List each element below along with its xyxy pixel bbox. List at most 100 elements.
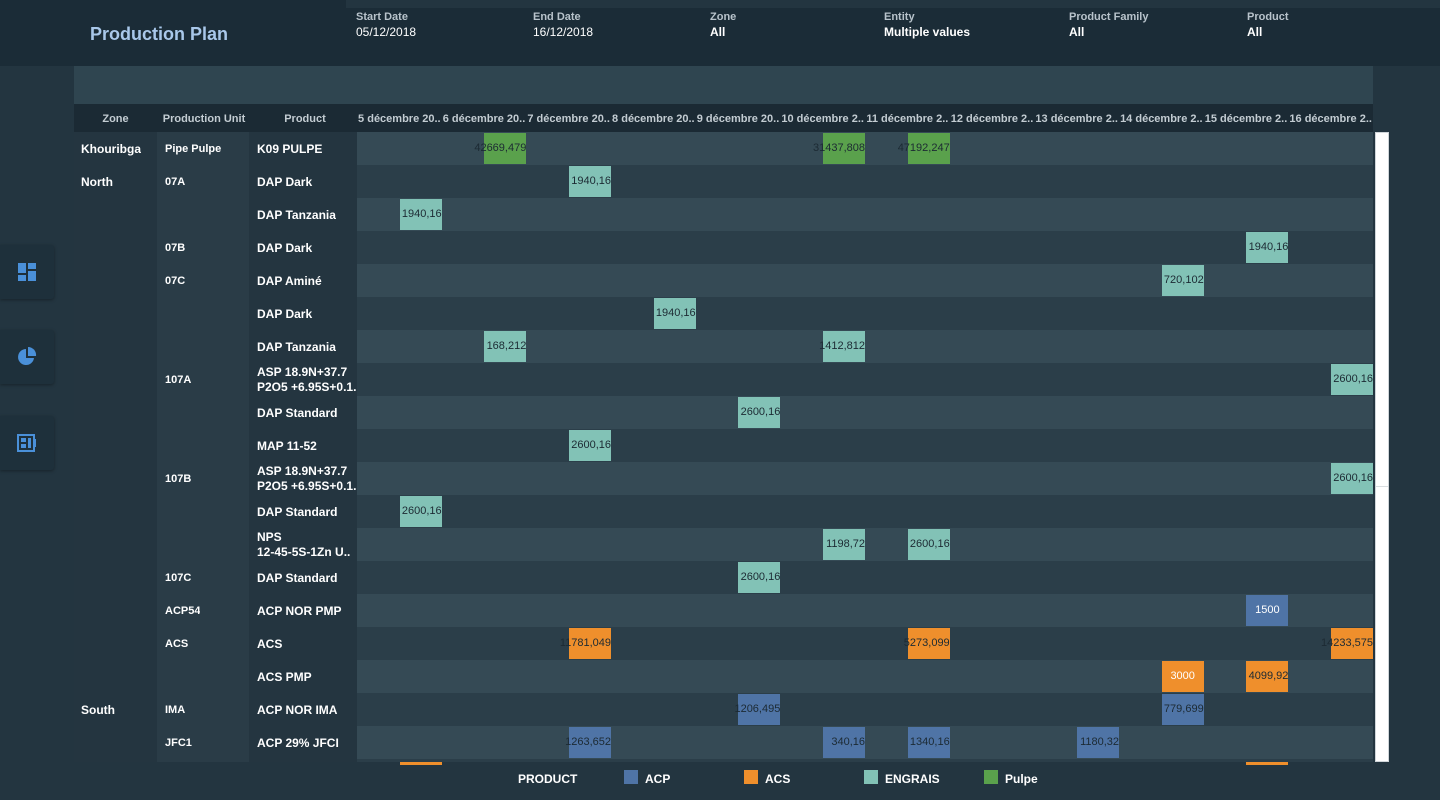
plan-bar[interactable]: 4099,92 bbox=[1246, 661, 1289, 692]
filter-value[interactable]: All bbox=[1069, 25, 1148, 39]
sidebar-charts-button[interactable] bbox=[0, 330, 54, 384]
filter-value[interactable]: All bbox=[1247, 25, 1289, 39]
header-date[interactable]: 8 décembre 20.. bbox=[611, 104, 696, 132]
header-date[interactable]: 6 décembre 20.. bbox=[442, 104, 527, 132]
plan-bar[interactable]: 1940,16 bbox=[569, 166, 611, 197]
plan-bar[interactable]: 1340,16 bbox=[907, 727, 950, 758]
plan-bar[interactable]: 1940,16 bbox=[1246, 232, 1289, 263]
filter-end-date[interactable]: End Date 16/12/2018 bbox=[533, 11, 593, 39]
legend-swatch-engrais bbox=[864, 770, 878, 784]
product-cell: ASP 18.9N+37.7 P2O5 +6.95S+0.1.. bbox=[257, 464, 357, 494]
plan-bar-value: 720,102 bbox=[1163, 274, 1204, 286]
product-line: DAP Standard bbox=[257, 571, 338, 585]
plan-bar[interactable]: 2600,16 bbox=[1331, 463, 1374, 494]
plan-bar-value: 779,699 bbox=[1163, 703, 1204, 715]
zone-cell: Khouribga bbox=[81, 142, 141, 156]
plan-bar[interactable]: 42669,479 bbox=[474, 133, 527, 164]
header-date[interactable]: 5 décembre 20.. bbox=[357, 104, 442, 132]
plan-bar[interactable]: 2600,16 bbox=[738, 562, 781, 593]
plan-bar-value: 2600,16 bbox=[909, 538, 950, 550]
legend-label-acp[interactable]: ACP bbox=[645, 772, 670, 786]
plan-bar[interactable]: 168,212 bbox=[484, 331, 527, 362]
plan-bar-value: 1940,16 bbox=[401, 208, 442, 220]
plan-bar[interactable]: 47192,247 bbox=[898, 133, 950, 164]
plan-bar[interactable]: 14233,575 bbox=[1321, 628, 1374, 659]
plan-bar[interactable]: 1180,32 bbox=[1077, 727, 1120, 758]
header-product[interactable]: Product bbox=[251, 104, 359, 132]
vertical-scrollbar[interactable] bbox=[1375, 132, 1389, 762]
table-row bbox=[357, 198, 1373, 231]
legend-label-engrais[interactable]: ENGRAIS bbox=[885, 772, 940, 786]
filter-value[interactable]: 16/12/2018 bbox=[533, 25, 593, 39]
product-cell: DAP Tanzania bbox=[257, 208, 357, 223]
plan-bar[interactable]: 5273,099 bbox=[904, 628, 950, 659]
plan-bar[interactable]: 3000 bbox=[1161, 661, 1204, 692]
product-cell: DAP Dark bbox=[257, 175, 357, 190]
plan-bar-value: 2600,16 bbox=[401, 505, 442, 517]
legend-label-acs[interactable]: ACS bbox=[765, 772, 790, 786]
filter-entity[interactable]: Entity Multiple values bbox=[884, 11, 970, 39]
filter-value[interactable]: 05/12/2018 bbox=[356, 25, 416, 39]
filter-zone[interactable]: Zone All bbox=[710, 11, 736, 39]
filter-value[interactable]: All bbox=[710, 25, 736, 39]
table-row bbox=[357, 627, 1373, 660]
header-date[interactable]: 10 décembre 2.. bbox=[780, 104, 865, 132]
product-cell: ACP NOR IMA bbox=[257, 703, 357, 718]
sidebar-report-button[interactable] bbox=[0, 416, 54, 470]
product-line: MAP 11-52 bbox=[257, 439, 317, 453]
plan-bar[interactable]: 340,16 bbox=[823, 727, 866, 758]
plan-bar[interactable]: 1412,812 bbox=[819, 331, 866, 362]
header-date[interactable]: 11 décembre 2.. bbox=[865, 104, 950, 132]
header-production-unit[interactable]: Production Unit bbox=[157, 104, 251, 132]
filter-start-date[interactable]: Start Date 05/12/2018 bbox=[356, 11, 416, 39]
filter-value[interactable]: Multiple values bbox=[884, 25, 970, 39]
product-line: DAP Dark bbox=[257, 241, 313, 255]
plan-bar[interactable]: 2600,16 bbox=[399, 496, 442, 527]
legend-title: PRODUCT bbox=[518, 772, 578, 786]
product-cell: ACP 29% JFCI bbox=[257, 736, 357, 751]
plan-bar[interactable]: 2600,16 bbox=[1331, 364, 1374, 395]
filter-product[interactable]: Product All bbox=[1247, 11, 1289, 39]
filter-label: Product bbox=[1247, 11, 1289, 23]
plan-bar-value: 2600,16 bbox=[1333, 373, 1374, 385]
header-zone[interactable]: Zone bbox=[74, 104, 157, 132]
header-date[interactable]: 12 décembre 2.. bbox=[950, 104, 1035, 132]
legend-swatch-acs bbox=[744, 770, 758, 784]
plan-bar[interactable]: 1940,16 bbox=[399, 199, 442, 230]
plan-bar-value: 1940,16 bbox=[1248, 241, 1289, 253]
plan-bar[interactable]: 11781,049 bbox=[560, 628, 611, 659]
header-date[interactable]: 13 décembre 2.. bbox=[1034, 104, 1119, 132]
header-date[interactable]: 7 décembre 20.. bbox=[526, 104, 611, 132]
plan-bar[interactable]: 2600,16 bbox=[738, 397, 781, 428]
filter-product-family[interactable]: Product Family All bbox=[1069, 11, 1148, 39]
plan-bar[interactable]: 1263,652 bbox=[565, 727, 611, 758]
table-row bbox=[357, 297, 1373, 330]
product-cell: DAP Standard bbox=[257, 505, 357, 520]
production-unit-cell: ACS bbox=[165, 638, 189, 650]
product-line: DAP Standard bbox=[257, 505, 338, 519]
sidebar-dashboard-button[interactable] bbox=[0, 245, 54, 299]
plan-bar[interactable]: 1500 bbox=[1246, 595, 1289, 626]
plan-bar[interactable]: 1198,72 bbox=[823, 529, 866, 560]
scrollbar-thumb[interactable] bbox=[1376, 486, 1388, 487]
plan-bar[interactable]: 2600,16 bbox=[907, 529, 950, 560]
plan-bar[interactable]: 2600,16 bbox=[569, 430, 611, 461]
legend-label-pulpe[interactable]: Pulpe bbox=[1005, 772, 1038, 786]
product-line: ASP 18.9N+37.7 bbox=[257, 464, 348, 478]
header-date[interactable]: 16 décembre 2.. bbox=[1288, 104, 1373, 132]
plan-bar[interactable]: 31437,808 bbox=[813, 133, 866, 164]
header-date[interactable]: 15 décembre 2.. bbox=[1204, 104, 1289, 132]
zone-column bbox=[74, 132, 157, 762]
product-cell: ASP 18.9N+37.7 P2O5 +6.95S+0.1.. bbox=[257, 365, 357, 395]
plan-bar[interactable]: 1206,495 bbox=[734, 694, 781, 725]
product-cell: DAP Dark bbox=[257, 307, 357, 322]
plan-bar-value: 47192,247 bbox=[897, 142, 950, 154]
header-date[interactable]: 9 décembre 20.. bbox=[696, 104, 781, 132]
plan-bar[interactable]: 1940,16 bbox=[653, 298, 696, 329]
production-unit-cell: Pipe Pulpe bbox=[165, 143, 222, 155]
plan-bar[interactable]: 779,699 bbox=[1161, 694, 1204, 725]
plan-bar-value: 3000 bbox=[1170, 670, 1195, 682]
product-line: DAP Tanzania bbox=[257, 208, 336, 222]
header-date[interactable]: 14 décembre 2.. bbox=[1119, 104, 1204, 132]
plan-bar[interactable]: 720,102 bbox=[1161, 265, 1204, 296]
